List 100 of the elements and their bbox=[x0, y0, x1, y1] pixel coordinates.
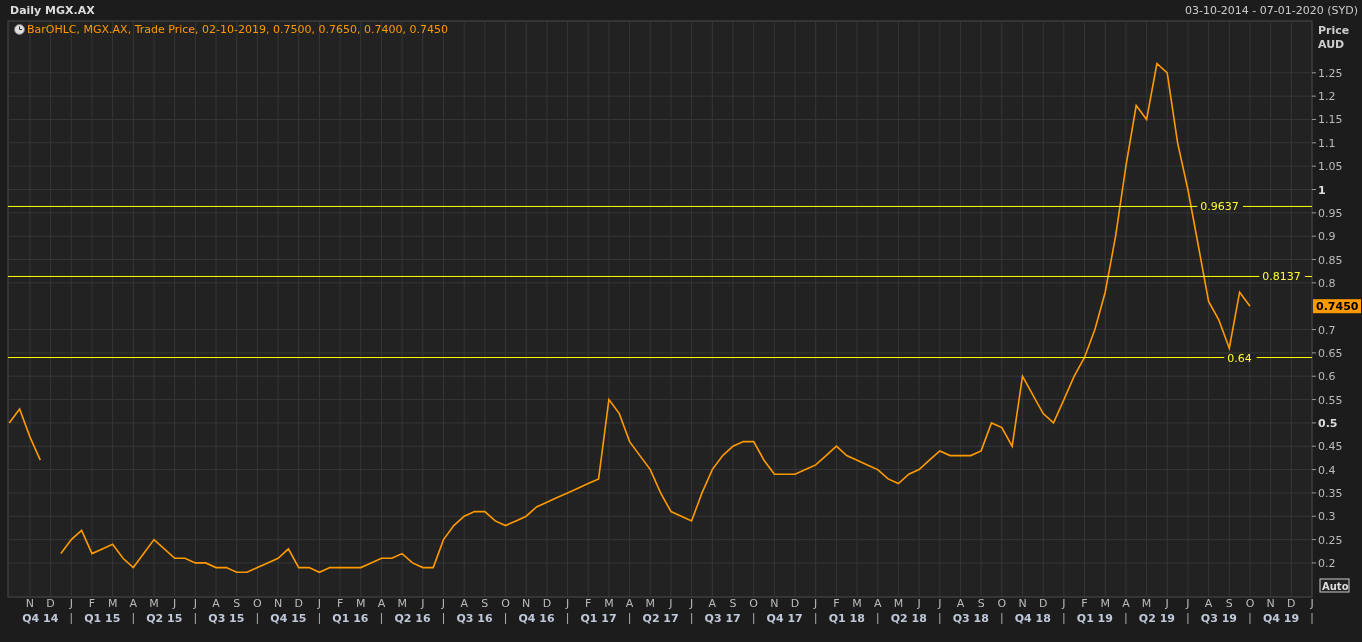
y-axis-label: 0.85 bbox=[1318, 253, 1343, 267]
x-axis-label: F bbox=[1081, 597, 1088, 610]
y-axis-label: 0.9 bbox=[1318, 230, 1336, 244]
x-axis-label: J bbox=[669, 597, 673, 610]
x-axis-label: A bbox=[129, 597, 138, 610]
x-axis-label: S bbox=[233, 597, 241, 610]
x-axis-label: O bbox=[997, 597, 1007, 610]
x-axis-label: D bbox=[46, 597, 55, 610]
x-axis-label: J bbox=[1062, 597, 1066, 610]
price-tag: 0.7450 bbox=[1313, 299, 1361, 314]
axis-title: Price bbox=[1318, 24, 1350, 37]
y-axis-label: 0.25 bbox=[1318, 533, 1343, 547]
y-axis-label: 0.7 bbox=[1318, 323, 1336, 337]
x-axis-label: N bbox=[1018, 597, 1027, 610]
x-axis-label: M bbox=[645, 597, 656, 610]
x-axis-label: A bbox=[377, 597, 386, 610]
axis-title: AUD bbox=[1318, 38, 1345, 51]
x-axis-label: O bbox=[1245, 597, 1255, 610]
x-axis-label: A bbox=[874, 597, 882, 610]
x-axis-label: A bbox=[1204, 597, 1213, 610]
x-axis-label: J bbox=[421, 597, 425, 610]
y-axis-label: 0.5 bbox=[1318, 416, 1338, 430]
x-axis-label: D bbox=[1038, 597, 1048, 610]
level-label: 0.9637 bbox=[1200, 200, 1239, 214]
x-axis-label: A bbox=[956, 597, 965, 610]
x-axis-label: A bbox=[460, 597, 468, 610]
x-axis-label: F bbox=[336, 597, 344, 610]
quarter-label: Q4 19 bbox=[1262, 612, 1300, 625]
level-label: 0.8137 bbox=[1262, 270, 1301, 284]
x-axis-label: N bbox=[770, 597, 779, 610]
x-axis-label: A bbox=[708, 597, 717, 610]
x-axis-label: S bbox=[729, 597, 737, 610]
y-axis-label: 0.65 bbox=[1318, 346, 1343, 360]
x-axis-label: F bbox=[585, 597, 592, 610]
quarter-label: Q3 17 bbox=[704, 612, 741, 625]
quarter-label: Q3 18 bbox=[952, 612, 989, 625]
x-axis-label: M bbox=[1141, 597, 1152, 610]
x-axis-label: N bbox=[273, 597, 283, 610]
x-axis-label: J bbox=[1165, 597, 1169, 610]
x-axis-label: O bbox=[253, 597, 262, 610]
x-axis-label: D bbox=[1287, 597, 1296, 610]
x-axis-label: J bbox=[317, 597, 322, 610]
x-axis-label: O bbox=[501, 597, 510, 610]
x-axis-label: M bbox=[604, 597, 614, 610]
chart-title: Daily MGX.AX bbox=[10, 3, 95, 17]
y-axis-label: 1.1 bbox=[1318, 136, 1336, 150]
quarter-label: Q2 19 bbox=[1138, 612, 1175, 625]
x-axis-label: M bbox=[852, 597, 862, 610]
y-axis-label: 1.25 bbox=[1318, 66, 1343, 80]
x-axis-label: J bbox=[690, 597, 694, 610]
x-axis-label: J bbox=[193, 597, 197, 610]
quarter-label: Q4 17 bbox=[766, 612, 803, 625]
x-axis-label: J bbox=[1186, 597, 1190, 610]
x-axis-label: J bbox=[938, 597, 942, 610]
quarter-label: Q3 15 bbox=[208, 612, 245, 625]
x-axis-label: A bbox=[1122, 597, 1130, 610]
x-axis-label: D bbox=[294, 597, 303, 610]
date-range: 03-10-2014 - 07-01-2020 (SYD) bbox=[1184, 3, 1358, 17]
clock-icon bbox=[14, 24, 25, 35]
x-axis-label: D bbox=[790, 597, 800, 610]
x-axis-label: S bbox=[481, 597, 489, 610]
level-label: 0.64 bbox=[1227, 351, 1252, 365]
y-axis-label: 0.55 bbox=[1318, 393, 1343, 407]
quarter-label: Q4 18 bbox=[1014, 612, 1051, 625]
quarter-label: Q1 16 bbox=[332, 612, 369, 625]
quarter-label: Q3 16 bbox=[456, 612, 493, 625]
quarter-label: Q4 15 bbox=[270, 612, 307, 625]
auto-button[interactable]: Auto bbox=[1319, 578, 1350, 593]
x-axis-label: J bbox=[173, 597, 177, 610]
y-axis-label: 1 bbox=[1318, 183, 1326, 197]
y-axis-label: 0.95 bbox=[1318, 206, 1343, 220]
x-axis-label: F bbox=[833, 597, 840, 610]
quarter-label: Q1 19 bbox=[1076, 612, 1113, 625]
x-axis-label: S bbox=[1225, 597, 1233, 610]
y-axis-label: 0.6 bbox=[1318, 370, 1336, 384]
quarter-label: Q3 19 bbox=[1200, 612, 1237, 625]
x-axis-label: M bbox=[149, 597, 159, 610]
x-axis-label: A bbox=[625, 597, 634, 610]
quarter-label: Q4 16 bbox=[518, 612, 555, 625]
y-axis-label: 0.35 bbox=[1318, 486, 1343, 500]
x-axis-label: M bbox=[356, 597, 366, 610]
y-axis-label: 0.3 bbox=[1318, 510, 1336, 524]
x-axis-label: N bbox=[522, 597, 531, 610]
x-axis-label: J bbox=[917, 597, 921, 610]
quarter-label: Q2 15 bbox=[146, 612, 183, 625]
x-axis-label: N bbox=[25, 597, 35, 610]
y-axis-label: 0.2 bbox=[1318, 556, 1336, 570]
quarter-label: Q1 17 bbox=[580, 612, 617, 625]
x-axis-label: F bbox=[88, 597, 96, 610]
y-axis-label: 0.4 bbox=[1318, 463, 1336, 477]
quarter-label: Q2 18 bbox=[890, 612, 927, 625]
x-axis-label: N bbox=[1266, 597, 1275, 610]
x-axis-label: M bbox=[893, 597, 904, 610]
x-axis-label: J bbox=[1310, 597, 1314, 610]
x-axis-label: J bbox=[441, 597, 446, 610]
x-axis-label: M bbox=[107, 597, 118, 610]
y-axis-label: 1.05 bbox=[1318, 160, 1343, 174]
x-axis-label: M bbox=[397, 597, 407, 610]
x-axis-label: J bbox=[565, 597, 570, 610]
x-axis-label: M bbox=[1100, 597, 1110, 610]
